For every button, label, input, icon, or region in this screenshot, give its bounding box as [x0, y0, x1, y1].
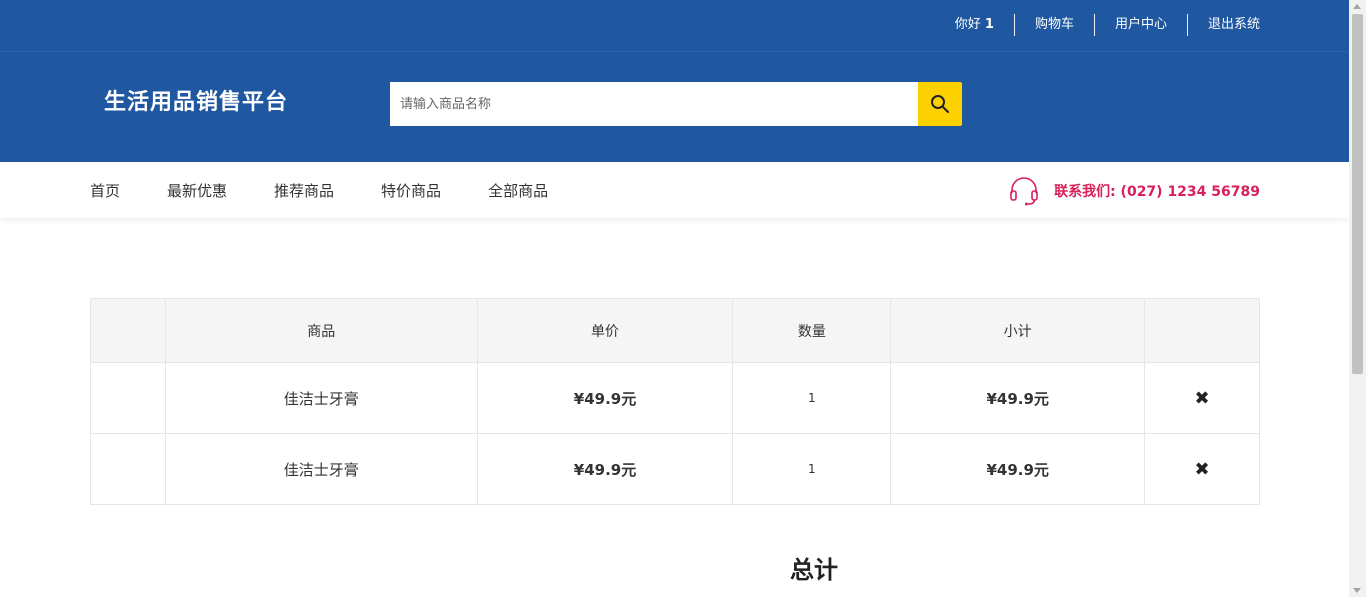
header-product: 商品 — [164, 298, 478, 363]
top-links: 你好 1 购物车 用户中心 退出系统 — [935, 14, 1260, 36]
cart-link[interactable]: 购物车 — [1013, 14, 1094, 36]
top-bar: 你好 1 购物车 用户中心 退出系统 — [0, 0, 1349, 52]
header-quantity: 数量 — [732, 298, 892, 363]
cart-table: 商品 单价 数量 小计 佳洁士牙膏 ¥49.9元 1 ¥49.9元 ✖ 佳洁士牙… — [90, 298, 1260, 505]
row-blank — [90, 433, 166, 505]
nav-item-all-products[interactable]: 全部商品 — [488, 180, 548, 201]
nav-item-recommended[interactable]: 推荐商品 — [274, 180, 334, 201]
page-scrollbar[interactable] — [1349, 0, 1366, 597]
subtotal: ¥49.9元 — [890, 362, 1146, 434]
main-nav: 首页 最新优惠 推荐商品 特价商品 全部商品 联系我们: (027) 1234 … — [0, 162, 1349, 218]
product-name[interactable]: 佳洁士牙膏 — [164, 362, 478, 434]
header-subtotal: 小计 — [890, 298, 1146, 363]
scrollbar-thumb[interactable] — [1352, 14, 1363, 374]
search-button[interactable] — [918, 82, 962, 126]
search-bar — [390, 82, 962, 126]
contact-phone: 联系我们: (027) 1234 56789 — [1054, 184, 1260, 200]
table-row: 佳洁士牙膏 ¥49.9元 1 ¥49.9元 ✖ — [90, 362, 1260, 434]
close-icon[interactable]: ✖ — [1194, 459, 1209, 480]
header-blank — [90, 298, 166, 363]
nav-item-specials[interactable]: 特价商品 — [381, 180, 441, 201]
table-header-row: 商品 单价 数量 小计 — [90, 298, 1260, 363]
table-row: 佳洁士牙膏 ¥49.9元 1 ¥49.9元 ✖ — [90, 433, 1260, 505]
header-action — [1144, 298, 1260, 363]
quantity[interactable]: 1 — [732, 362, 892, 434]
nav-item-home[interactable]: 首页 — [90, 180, 120, 201]
contact-info: 联系我们: (027) 1234 56789 — [1008, 175, 1260, 207]
greeting: 你好 1 — [935, 14, 1014, 36]
product-name[interactable]: 佳洁士牙膏 — [164, 433, 478, 505]
nav-item-latest-offers[interactable]: 最新优惠 — [167, 180, 227, 201]
remove-item-button[interactable]: ✖ — [1144, 362, 1260, 434]
username: 1 — [984, 17, 994, 32]
unit-price: ¥49.9元 — [476, 433, 734, 505]
header-unit-price: 单价 — [476, 298, 734, 363]
headset-icon — [1010, 177, 1038, 206]
scroll-down-arrow-icon[interactable] — [1353, 588, 1361, 593]
row-blank — [90, 362, 166, 434]
greeting-label: 你好 — [954, 17, 981, 32]
subtotal: ¥49.9元 — [890, 433, 1146, 505]
search-input[interactable] — [390, 82, 918, 126]
user-center-link[interactable]: 用户中心 — [1093, 14, 1187, 36]
quantity[interactable]: 1 — [732, 433, 892, 505]
remove-item-button[interactable]: ✖ — [1144, 433, 1260, 505]
site-logo[interactable]: 生活用品销售平台 — [104, 84, 288, 116]
scroll-up-arrow-icon[interactable] — [1353, 4, 1361, 9]
total-heading: 总计 — [790, 556, 838, 584]
header: 生活用品销售平台 — [0, 52, 1349, 162]
search-icon — [931, 95, 949, 113]
nav-menu: 首页 最新优惠 推荐商品 特价商品 全部商品 — [90, 162, 595, 218]
close-icon[interactable]: ✖ — [1194, 388, 1209, 409]
unit-price: ¥49.9元 — [476, 362, 734, 434]
logout-link[interactable]: 退出系统 — [1186, 14, 1260, 36]
